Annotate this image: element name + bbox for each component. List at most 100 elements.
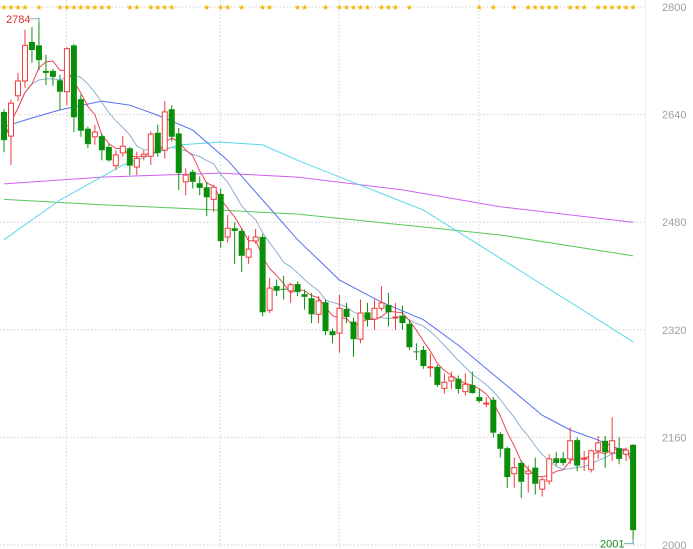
- candle-up: [581, 450, 588, 472]
- candle-body: [343, 308, 350, 318]
- candle-up: [287, 282, 294, 303]
- candle-body: [595, 442, 602, 452]
- candle-up: [266, 278, 273, 313]
- candle-body: [462, 383, 469, 393]
- candle-body: [245, 248, 252, 258]
- ma5-line: [3, 60, 634, 478]
- candlestick-chart: 2800 2640 2480 2320 2160 2000 ★ ★ ★ ★ ★ ★ ★ ★ ★ ★…: [0, 0, 686, 549]
- candle-up: [161, 101, 168, 159]
- candle-body: [504, 448, 511, 478]
- candle-body: [483, 402, 490, 405]
- candle-body: [469, 384, 476, 394]
- candle-body: [217, 193, 224, 242]
- candle-body: [273, 286, 280, 291]
- candle-down: [168, 105, 175, 142]
- candle-down: [273, 279, 280, 297]
- candle-down: [49, 68, 56, 86]
- candle-up: [623, 447, 630, 461]
- ma10-line: [3, 74, 634, 470]
- star-marker-icon: ★: [35, 3, 42, 12]
- candle-body: [329, 331, 336, 336]
- candle-body: [490, 399, 497, 433]
- candle-up: [140, 150, 147, 161]
- candle-body: [91, 131, 98, 138]
- candle-body: [133, 157, 140, 168]
- candle-down: [70, 43, 77, 133]
- candle-down: [413, 343, 420, 361]
- candle-body: [98, 136, 105, 151]
- candle-body: [511, 467, 518, 475]
- candle-body: [420, 349, 427, 367]
- star-marker-icon: ★: [266, 3, 273, 12]
- candle-up: [63, 47, 70, 106]
- candle-up: [14, 72, 21, 102]
- candle-body: [280, 288, 287, 290]
- high-price-label: 2784: [6, 14, 30, 26]
- candle-up: [588, 449, 595, 473]
- candle-down: [1, 109, 7, 153]
- candle-body: [161, 111, 168, 151]
- candle-down: [385, 292, 392, 327]
- candle-down: [406, 319, 413, 350]
- candle-body: [196, 183, 203, 188]
- candle-down: [259, 234, 266, 317]
- candle-down: [616, 437, 623, 465]
- candle-up: [112, 150, 119, 170]
- candle-body: [7, 102, 14, 137]
- candle-up: [441, 373, 448, 394]
- candle-down: [497, 432, 504, 458]
- candle-down: [196, 176, 203, 196]
- candle-down: [399, 305, 406, 330]
- candle-body: [21, 44, 28, 82]
- star-marker-icon: ★: [21, 3, 28, 12]
- candle-down: [42, 54, 49, 86]
- y-tick-label: 2640: [662, 110, 686, 122]
- candle-body: [140, 153, 147, 157]
- candle-down: [518, 460, 525, 498]
- candle-body: [259, 236, 266, 313]
- candle-body: [105, 146, 112, 161]
- candle-up: [511, 457, 518, 488]
- candle-down: [322, 299, 329, 336]
- star-marker-icon: ★: [301, 3, 308, 12]
- candle-down: [84, 126, 91, 149]
- candle-body: [623, 449, 630, 455]
- candle-down: [364, 302, 371, 327]
- candle-down: [98, 133, 105, 161]
- candle-down: [154, 124, 161, 157]
- candle-down: [231, 222, 238, 264]
- candle-up: [133, 151, 140, 176]
- candle-body: [378, 302, 385, 309]
- star-marker-icon: ★: [224, 3, 231, 12]
- candle-body: [1, 111, 7, 141]
- annotations: 2784 2001: [6, 14, 634, 549]
- star-marker-icon: ★: [168, 3, 175, 12]
- candle-down: [77, 94, 84, 137]
- candle-body: [189, 171, 196, 182]
- candle-up: [371, 299, 378, 330]
- candle-body: [308, 298, 315, 315]
- candle-body: [126, 148, 133, 166]
- y-tick-label: 2800: [662, 2, 686, 14]
- high-pointer-arrow: [29, 18, 40, 22]
- candle-body: [560, 458, 567, 463]
- star-marker-icon: ★: [553, 3, 560, 12]
- candle-down: [238, 228, 245, 272]
- candle-down: [504, 446, 511, 488]
- candle-down: [308, 292, 315, 324]
- candle-up: [147, 131, 154, 166]
- candle-body: [182, 174, 189, 183]
- candle-down: [560, 452, 567, 466]
- candle-body: [553, 458, 560, 463]
- candle-body: [392, 316, 399, 319]
- candle-down: [126, 146, 133, 176]
- candle-up: [525, 465, 532, 493]
- candle-down: [105, 144, 112, 162]
- star-marker-icon: ★: [511, 3, 518, 12]
- candle-up: [210, 185, 217, 213]
- candle-body: [539, 479, 546, 490]
- candle-body: [399, 315, 406, 324]
- candle-up: [567, 427, 574, 465]
- candle-down: [490, 397, 497, 438]
- star-marker-icon: ★: [406, 3, 413, 12]
